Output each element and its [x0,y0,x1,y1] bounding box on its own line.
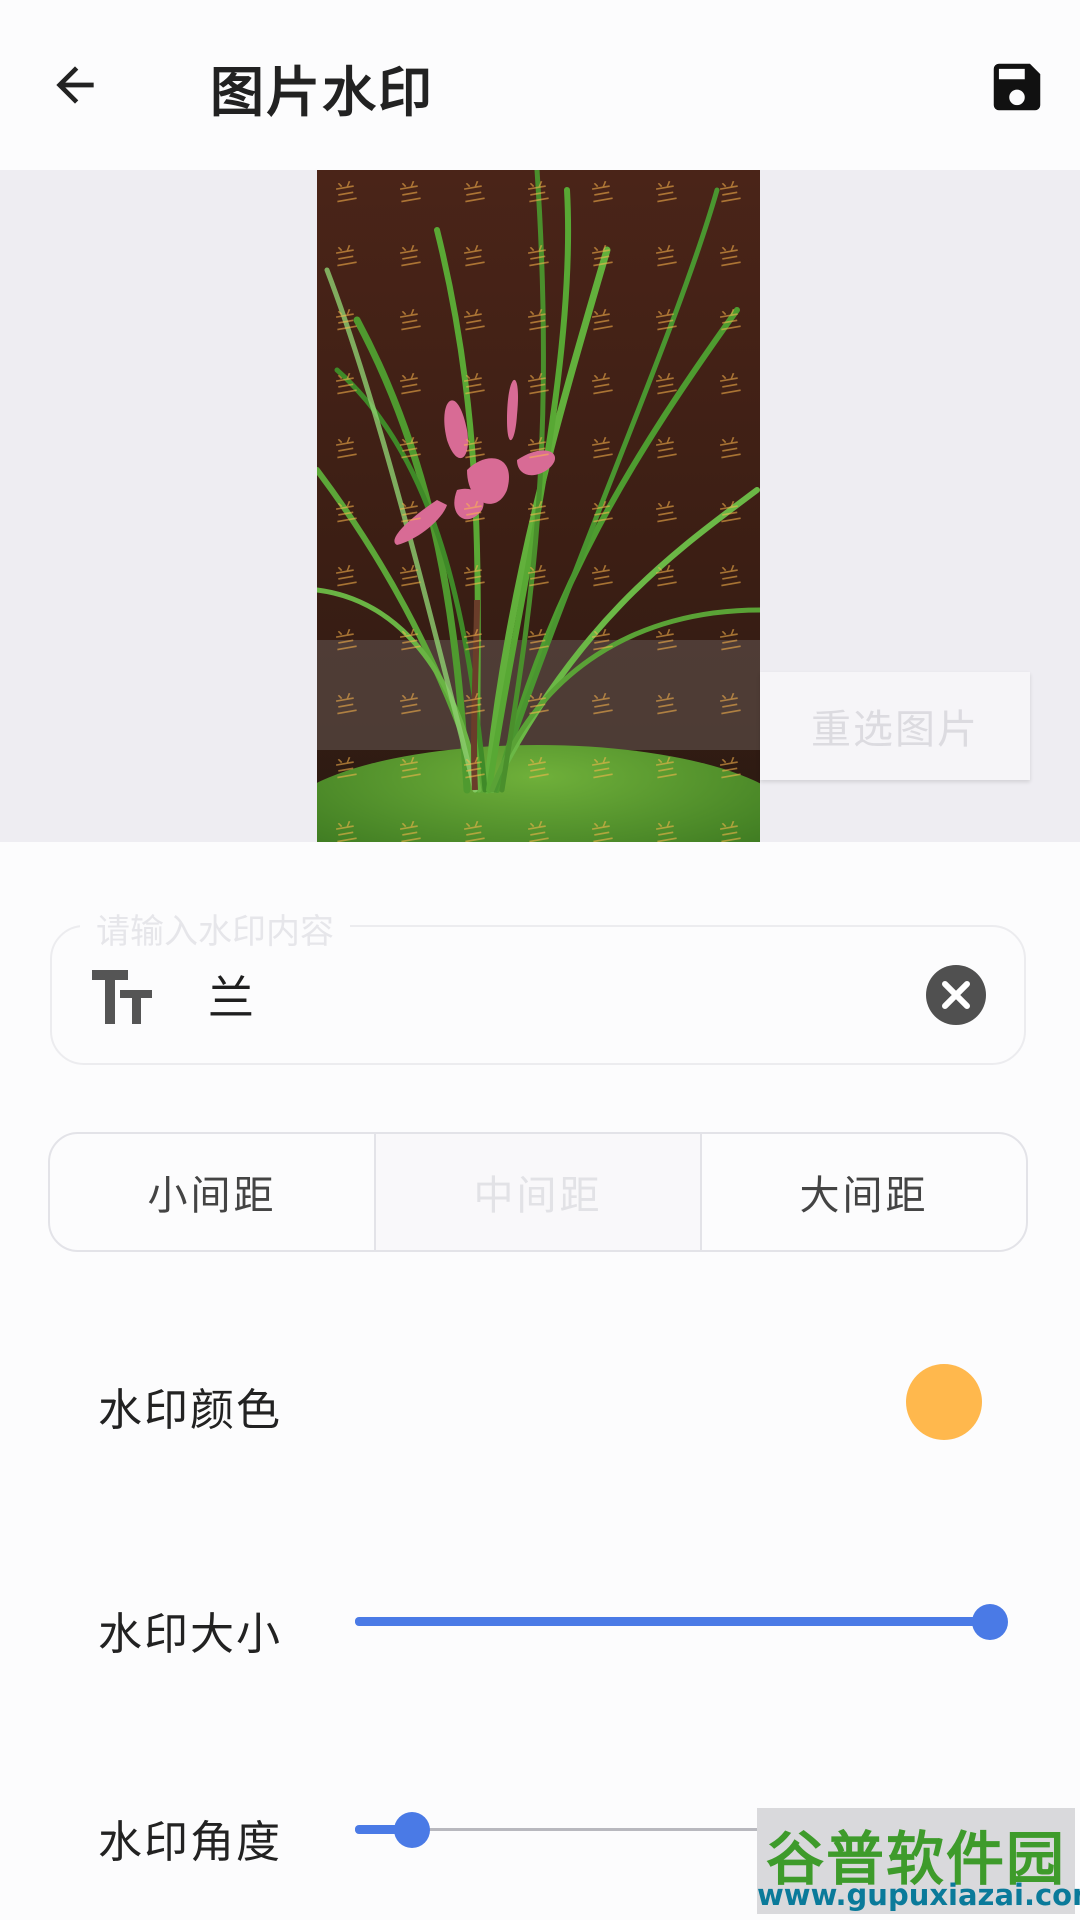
watermark-color-label: 水印颜色 [98,1385,282,1436]
clear-text-button[interactable] [925,964,987,1026]
slider-fill [355,1617,990,1626]
watermark-angle-label: 水印角度 [98,1817,282,1868]
watermark-size-label: 水印大小 [98,1609,282,1660]
spacing-segmented-control: 小间距 中间距 大间距 [48,1132,1028,1252]
save-button[interactable] [982,52,1052,122]
save-icon [993,63,1041,111]
clear-icon [926,965,986,1025]
watermark-size-slider[interactable] [355,1600,1008,1644]
image-preview-area: 兰 [0,170,1080,842]
watermark-color-swatch[interactable] [906,1364,982,1440]
watermarked-photo: 兰 [317,170,760,842]
watermark-text-field-label: 请输入水印内容 [80,904,350,953]
spacing-small-button[interactable]: 小间距 [50,1134,374,1250]
page-title: 图片水印 [210,61,434,124]
slider-thumb[interactable] [394,1812,431,1848]
app-bar: 图片水印 [0,0,1080,170]
arrow-left-icon [56,66,94,104]
site-watermark-badge: 谷普软件园 www.gupuxiazai.com [757,1808,1080,1914]
spacing-large-button[interactable]: 大间距 [700,1134,1026,1250]
watermark-text-input[interactable]: 兰 [208,962,254,1028]
slider-thumb[interactable] [972,1604,1008,1640]
back-button[interactable] [40,45,110,125]
reselect-image-button[interactable]: 重选图片 [760,672,1030,780]
orchid-photo-graphic: 兰 [317,170,760,842]
text-size-icon [90,966,154,1026]
site-watermark-url: www.gupuxiazai.com [757,1878,1080,1912]
spacing-medium-button[interactable]: 中间距 [374,1134,700,1250]
